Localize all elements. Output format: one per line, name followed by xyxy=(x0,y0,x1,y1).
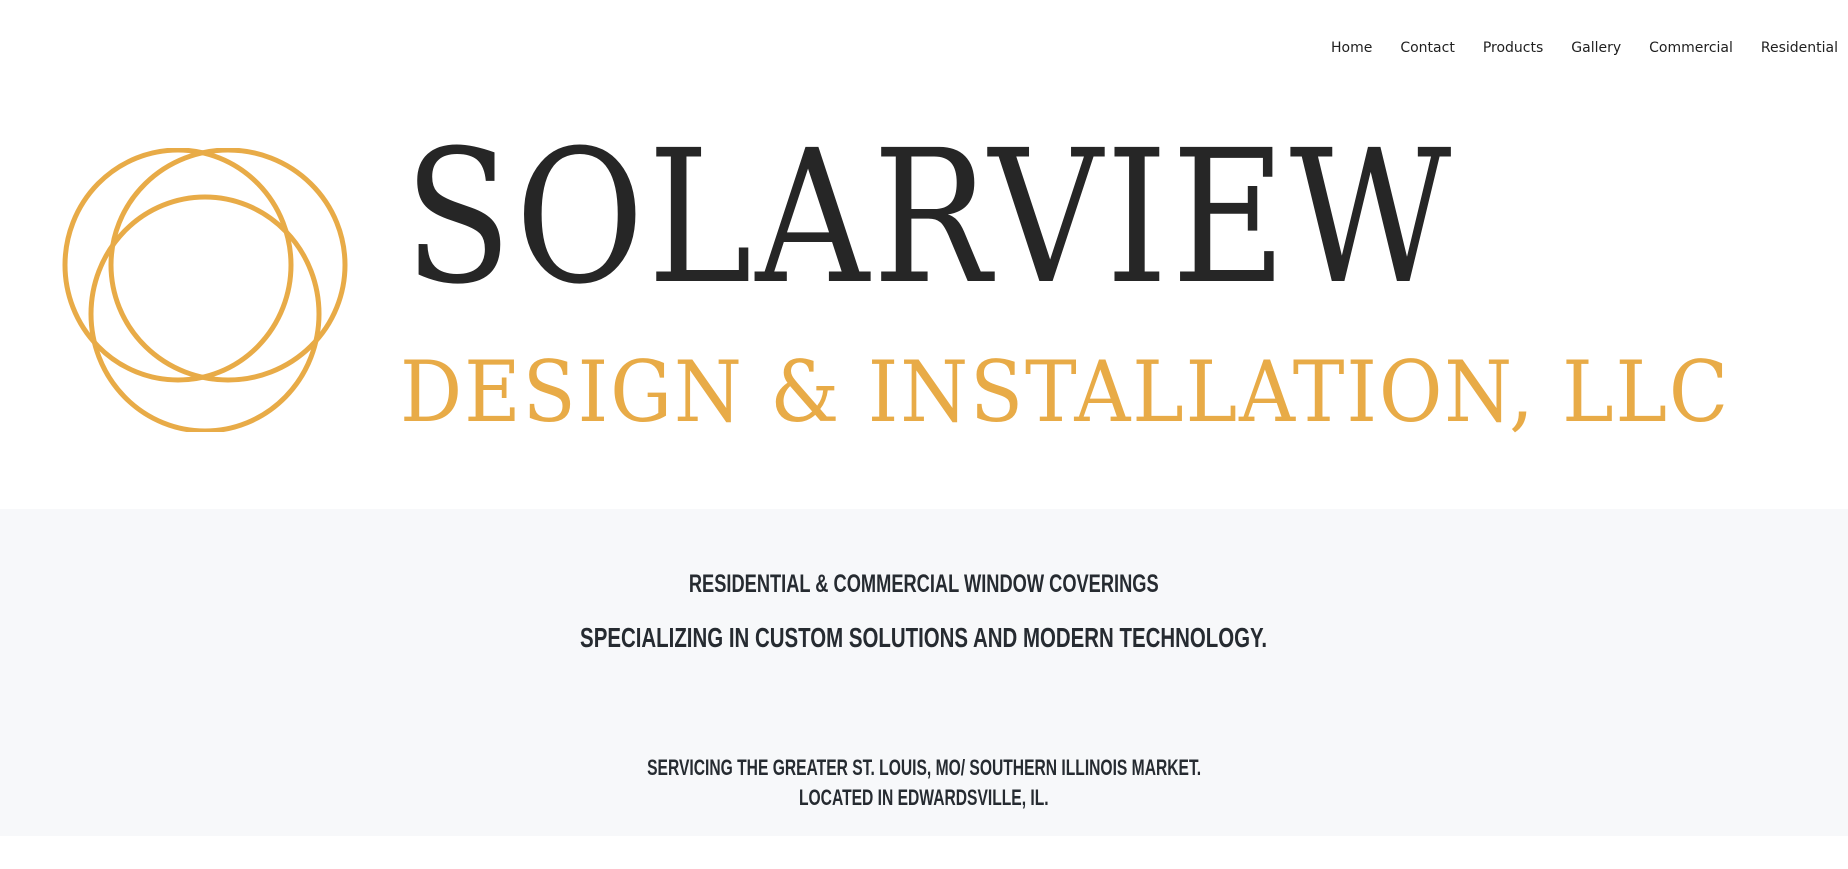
info-band: Residential & Commercial Window Covering… xyxy=(0,509,1848,836)
nav-residential-link[interactable]: Residential xyxy=(1761,38,1838,58)
nav-gallery-link[interactable]: Gallery xyxy=(1571,38,1621,58)
tagline-primary: Residential & Commercial Window Covering… xyxy=(0,569,1848,599)
page: Home Contact Products Gallery Commercial… xyxy=(0,0,1848,869)
tagline-secondary-text: Specializing in Custom Solutions and Mod… xyxy=(580,622,1268,653)
service-area-text: Servicing the Greater St. Louis, MO/ Sou… xyxy=(647,755,1201,780)
service-area: Servicing the Greater St. Louis, MO/ Sou… xyxy=(0,754,1848,782)
nav-commercial-link[interactable]: Commercial xyxy=(1649,38,1733,58)
main-nav: Home Contact Products Gallery Commercial… xyxy=(1303,38,1838,58)
interlocking-circles-icon xyxy=(62,148,348,432)
tagline-primary-text: Residential & Commercial Window Covering… xyxy=(689,570,1159,598)
nav-contact-link[interactable]: Contact xyxy=(1400,38,1454,58)
tagline-secondary: Specializing in Custom Solutions and Mod… xyxy=(0,621,1848,655)
brand-name: SOLARVIEW xyxy=(404,111,1455,325)
nav-home-link[interactable]: Home xyxy=(1331,38,1372,58)
nav-products-link[interactable]: Products xyxy=(1483,38,1543,58)
location-text: Located in Edwardsville, IL. xyxy=(799,785,1049,810)
location: Located in Edwardsville, IL. xyxy=(0,784,1848,812)
brand-subtitle: DESIGN & INSTALLATION, LLC xyxy=(400,343,1731,441)
